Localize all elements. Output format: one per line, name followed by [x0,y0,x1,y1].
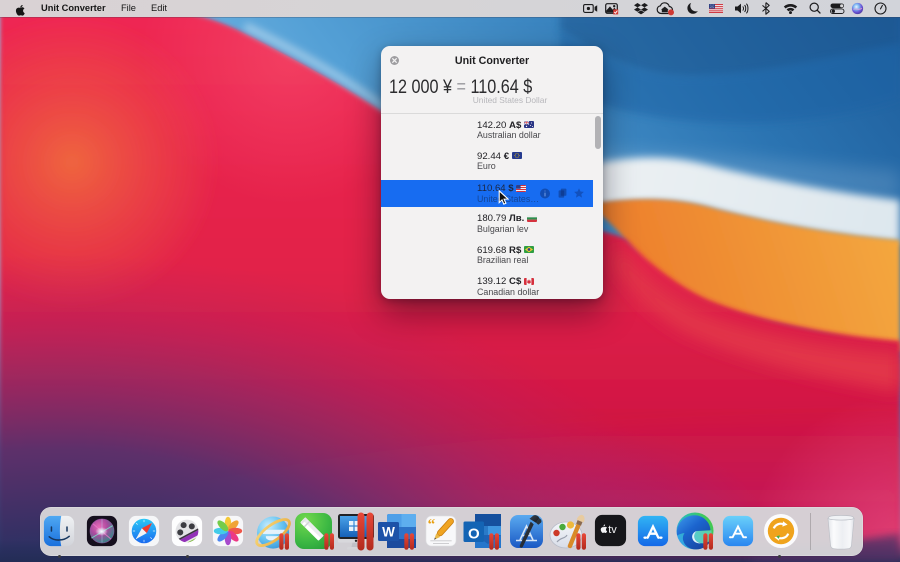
svg-text:tv: tv [608,524,617,536]
svg-text:W: W [382,525,395,540]
svg-text:“: “ [428,517,436,533]
svg-text:O: O [468,526,480,543]
